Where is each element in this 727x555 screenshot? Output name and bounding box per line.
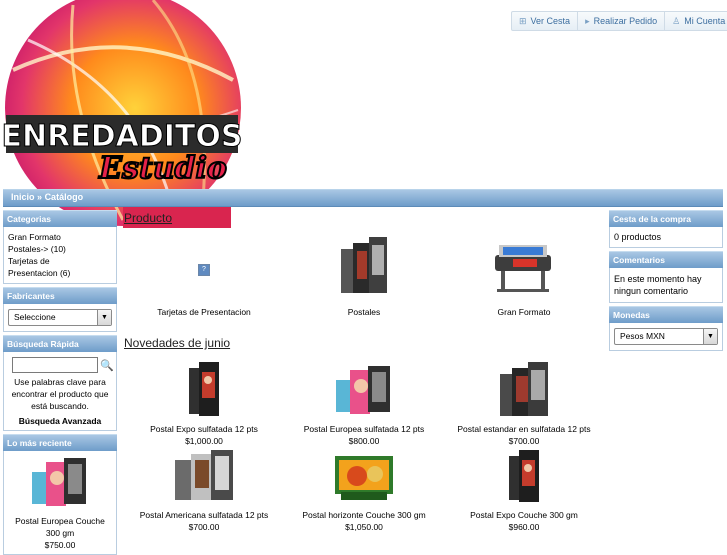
manufacturer-select[interactable]: Seleccione ▼ [8,309,112,326]
product-name[interactable]: Postal Expo sulfatada 12 pts [124,424,284,434]
broken-image-icon: ? [198,264,210,276]
quick-search-input[interactable] [12,357,98,373]
product-name[interactable]: Postal Americana sulfatada 12 pts [124,510,284,520]
breadcrumb-catalog[interactable]: Catálogo [45,192,84,202]
category-tarjetas[interactable]: Tarjetas de Presentacion (6) [8,255,88,279]
product-card[interactable]: Postal horizonte Couche 300 gm $1,050.00 [284,450,444,532]
product-price: $960.00 [508,522,540,532]
category-card[interactable]: ? Tarjetas de Presentacion [124,237,284,317]
breadcrumb-home[interactable]: Inicio [11,192,35,202]
product-card[interactable]: Postal Expo Couche 300 gm $960.00 [444,450,604,532]
checkout-label: Realizar Pedido [593,16,658,26]
new-products-row-2: Postal Americana sulfatada 12 pts $700.0… [124,450,604,532]
search-icon[interactable]: 🔍 [100,359,114,372]
chevron-down-icon: ▼ [97,310,111,325]
cart-count: 0 productos [614,232,662,242]
advanced-search-link[interactable]: Búsqueda Avanzada [8,415,112,427]
user-icon: ♙ [672,15,681,26]
cart-icon: ⊞ [519,15,527,26]
category-card[interactable]: Postales [284,237,444,317]
breadcrumb: Inicio » Catálogo [11,192,83,202]
logo-text-enredaditos: ENREDADITOS [3,119,241,154]
product-name[interactable]: Postal Expo Couche 300 gm [444,510,604,520]
product-card[interactable]: Postal Americana sulfatada 12 pts $700.0… [124,450,284,532]
logo-text-estudio: Estudio [98,151,227,186]
view-cart-label: Ver Cesta [530,16,571,26]
view-cart-button[interactable]: ⊞ Ver Cesta [512,12,579,30]
category-image[interactable] [339,237,389,299]
latest-product-image[interactable] [30,454,90,512]
header-nav: ⊞ Ver Cesta ▸ Realizar Pedido ♙ Mi Cuent… [511,11,727,31]
currency-select-value: Pesos MXN [620,331,665,341]
product-card[interactable]: Postal Europea sulfatada 12 pts $800.00 [284,362,444,446]
main-content: Producto ? Tarjetas de Presentacion Post… [124,207,604,532]
manufacturers-box: Seleccione ▼ [3,304,117,332]
category-name[interactable]: Gran Formato [444,307,604,317]
left-column: Categorias Gran Formato Postales-> (10) … [3,210,117,555]
reviews-text: En este momento hay ningun comentario [614,274,702,296]
quick-search-help: Use palabras clave para encontrar el pro… [11,377,109,411]
currency-box: Pesos MXN ▼ [609,323,723,351]
product-image[interactable] [187,362,221,420]
product-name[interactable]: Postal Europea sulfatada 12 pts [284,424,444,434]
reviews-box: En este momento hay ningun comentario [609,268,723,303]
category-gran-formato[interactable]: Gran Formato [8,231,112,243]
product-image[interactable] [334,362,394,420]
new-products-row-1: Postal Expo sulfatada 12 pts $1,000.00 P… [124,362,604,446]
breadcrumb-separator: » [37,192,43,202]
categories-box: Gran Formato Postales-> (10) Tarjetas de… [3,227,117,284]
my-account-label: Mi Cuenta [684,16,726,26]
latest-product-price: $750.00 [44,540,76,550]
cart-heading: Cesta de la compra [609,210,723,227]
quick-search-heading: Búsqueda Rápida [3,335,117,352]
product-image[interactable] [498,362,550,420]
right-column: Cesta de la compra 0 productos Comentari… [609,210,723,351]
product-card[interactable]: Postal estandar en sulfatada 12 pts $700… [444,362,604,446]
new-products-title[interactable]: Novedades de junio [124,336,604,350]
reviews-heading: Comentarios [609,251,723,268]
category-image[interactable] [493,237,555,299]
manufacturer-select-value: Seleccione [14,312,56,322]
categories-heading: Categorias [3,210,117,227]
product-image[interactable] [173,450,235,506]
latest-product-name[interactable]: Postal Europea Couche 300 gm [8,515,112,539]
product-price: $800.00 [348,436,380,446]
category-postales[interactable]: Postales-> (10) [8,243,112,255]
product-price: $1,050.00 [345,522,383,532]
my-account-button[interactable]: ♙ Mi Cuenta [665,12,727,30]
category-name[interactable]: Postales [284,307,444,317]
currency-select[interactable]: Pesos MXN ▼ [614,328,718,345]
manufacturers-heading: Fabricantes [3,287,117,304]
product-image[interactable] [333,450,395,506]
breadcrumb-bar: Inicio » Catálogo [3,189,723,207]
quick-search-box: 🔍 Use palabras clave para encontrar el p… [3,352,117,431]
chevron-down-icon: ▼ [703,329,717,344]
currency-heading: Monedas [609,306,723,323]
product-image[interactable] [507,450,541,506]
product-name[interactable]: Postal estandar en sulfatada 12 pts [444,424,604,434]
checkout-button[interactable]: ▸ Realizar Pedido [578,12,666,30]
category-name[interactable]: Tarjetas de Presentacion [124,307,284,317]
latest-heading: Lo más reciente [3,434,117,451]
product-price: $700.00 [508,436,540,446]
product-price: $700.00 [188,522,220,532]
arrow-right-icon: ▸ [585,15,590,26]
cart-box: 0 productos [609,227,723,248]
product-price: $1,000.00 [185,436,223,446]
product-card[interactable]: Postal Expo sulfatada 12 pts $1,000.00 [124,362,284,446]
category-card[interactable]: Gran Formato [444,237,604,317]
category-grid: ? Tarjetas de Presentacion Postales Gran… [124,237,604,317]
products-title[interactable]: Producto [124,211,604,225]
latest-box: Postal Europea Couche 300 gm $750.00 [3,451,117,555]
product-name[interactable]: Postal horizonte Couche 300 gm [284,510,444,520]
